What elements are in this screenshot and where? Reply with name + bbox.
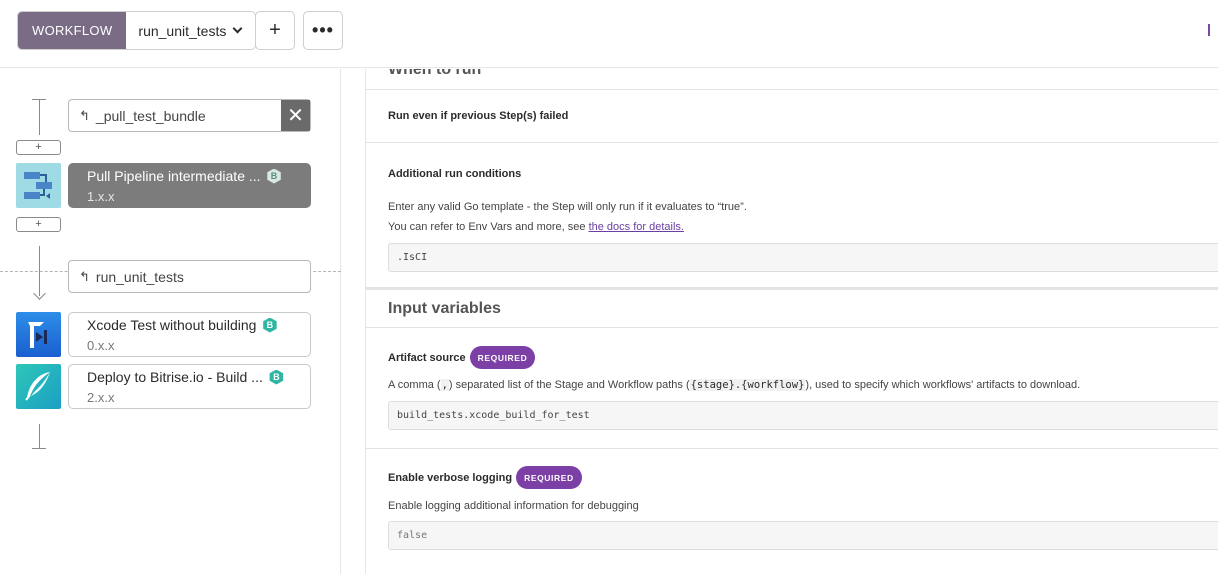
run-conditions-docs-hint: You can refer to Env Vars and more, see … bbox=[388, 221, 684, 233]
run-conditions-input[interactable]: .IsCI bbox=[388, 243, 1218, 272]
section-divider bbox=[366, 287, 1218, 290]
arrow-down-icon bbox=[33, 287, 46, 300]
artifact-source-label: Artifact source REQUIRED bbox=[388, 346, 536, 369]
connector-cap bbox=[32, 448, 46, 449]
additional-run-conditions-label: Additional run conditions bbox=[388, 168, 522, 180]
step-title: Xcode Test without building bbox=[87, 317, 257, 333]
docs-link[interactable]: the docs for details. bbox=[589, 221, 684, 233]
divider bbox=[366, 142, 1218, 143]
connector-line bbox=[39, 424, 40, 448]
divider bbox=[366, 327, 1218, 328]
chained-workflow-name: _pull_test_bundle bbox=[95, 107, 206, 124]
artifact-source-input[interactable]: build_tests.xcode_build_for_test bbox=[388, 401, 1218, 430]
workflow-dropdown[interactable]: run_unit_tests bbox=[126, 12, 256, 49]
step-card-pull-pipeline[interactable]: Pull Pipeline intermediate ... B 1.x.x bbox=[68, 163, 311, 208]
run-even-if-failed-toggle[interactable]: Run even if previous Step(s) failed bbox=[388, 110, 568, 122]
required-badge: REQUIRED bbox=[516, 466, 582, 489]
step-version: 2.x.x bbox=[87, 390, 115, 405]
edge-indicator bbox=[1208, 24, 1210, 36]
step-title: Deploy to Bitrise.io - Build ... bbox=[87, 369, 263, 385]
xcode-test-icon bbox=[16, 312, 61, 357]
step-card-xcode-test[interactable]: Xcode Test without building B 0.x.x bbox=[68, 312, 311, 357]
bitrise-verified-icon: B bbox=[263, 317, 277, 333]
divider bbox=[366, 448, 1218, 449]
section-heading-input-variables: Input variables bbox=[388, 300, 501, 317]
bitrise-verified-icon: B bbox=[267, 168, 281, 184]
insert-step-button[interactable]: + bbox=[16, 140, 61, 155]
bitrise-verified-icon: B bbox=[269, 369, 284, 385]
section-heading-when-to-run: When to run bbox=[388, 69, 482, 78]
return-arrow-icon: ↰ bbox=[79, 268, 90, 284]
required-badge: REQUIRED bbox=[469, 346, 536, 369]
app-window: WORKFLOW run_unit_tests + ••• ↰ _pull_te… bbox=[0, 0, 1218, 574]
top-toolbar: WORKFLOW run_unit_tests + ••• bbox=[0, 0, 1218, 68]
workflow-dropdown-value: run_unit_tests bbox=[138, 22, 227, 39]
run-conditions-description: Enter any valid Go template - the Step w… bbox=[388, 201, 747, 213]
step-version: 0.x.x bbox=[87, 338, 115, 353]
step-version: 1.x.x bbox=[87, 189, 115, 204]
add-workflow-button[interactable]: + bbox=[255, 11, 295, 50]
workflow-selector[interactable]: WORKFLOW run_unit_tests bbox=[17, 11, 257, 50]
artifact-source-description: A comma (,) separated list of the Stage … bbox=[388, 379, 1081, 391]
pipeline-icon bbox=[16, 163, 61, 208]
chained-workflow-chip-run-unit-tests[interactable]: ↰ run_unit_tests bbox=[68, 260, 311, 293]
workflow-step-list: ↰ _pull_test_bundle ✕ + Pull Pipeline in… bbox=[0, 69, 341, 574]
verbose-logging-description: Enable logging additional information fo… bbox=[388, 500, 639, 512]
connector-line bbox=[39, 99, 40, 135]
verbose-logging-input[interactable]: false bbox=[388, 521, 1218, 550]
chevron-down-icon bbox=[232, 23, 243, 34]
step-title: Pull Pipeline intermediate ... bbox=[87, 168, 261, 184]
close-icon[interactable]: ✕ bbox=[281, 100, 310, 131]
insert-step-button[interactable]: + bbox=[16, 217, 61, 232]
step-config-panel: When to run Run even if previous Step(s)… bbox=[365, 69, 1218, 574]
verbose-logging-label: Enable verbose logging REQUIRED bbox=[388, 466, 582, 489]
divider bbox=[366, 89, 1218, 90]
deploy-icon bbox=[16, 364, 61, 409]
chained-workflow-chip-pull-test-bundle[interactable]: ↰ _pull_test_bundle ✕ bbox=[68, 99, 311, 132]
chained-workflow-name: run_unit_tests bbox=[95, 268, 184, 285]
workflow-label: WORKFLOW bbox=[18, 12, 127, 49]
step-card-deploy[interactable]: Deploy to Bitrise.io - Build ... B 2.x.x bbox=[68, 364, 311, 409]
return-arrow-icon: ↰ bbox=[79, 107, 90, 123]
more-options-button[interactable]: ••• bbox=[303, 11, 343, 50]
